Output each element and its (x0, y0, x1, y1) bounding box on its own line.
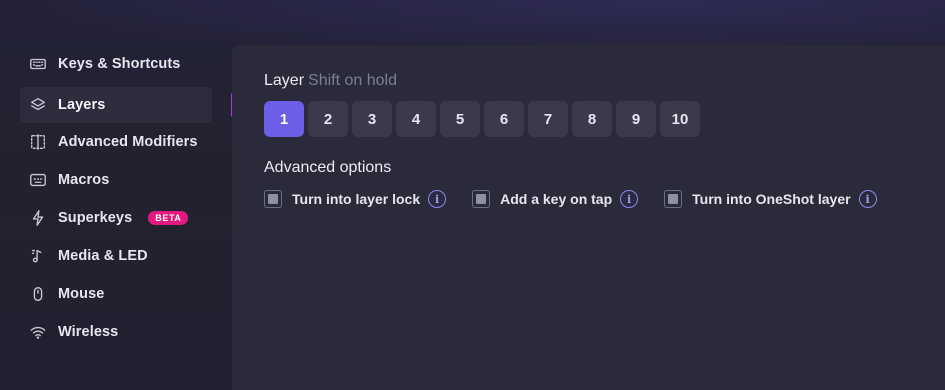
beta-badge: BETA (148, 211, 189, 225)
sidebar-item-advanced-modifiers[interactable]: Advanced Modifiers (20, 124, 212, 160)
oneshot-layer-checkbox[interactable] (664, 190, 683, 208)
sidebar-item-label: Superkeys (58, 210, 133, 226)
advanced-options: Turn into layer lock i Add a key on tap … (264, 190, 903, 208)
sidebar-item-media-led[interactable]: Media & LED (20, 238, 212, 274)
layer-button-7[interactable]: 7 (528, 101, 568, 137)
option-label: Turn into layer lock (292, 191, 421, 207)
layer-button-9[interactable]: 9 (616, 101, 656, 137)
mouse-icon (28, 284, 48, 304)
macros-icon (28, 170, 48, 190)
sidebar-item-label: Keys & Shortcuts (58, 56, 181, 72)
layer-selector: 1 2 3 4 5 6 7 8 9 10 (264, 101, 700, 137)
option-label: Add a key on tap (500, 191, 613, 207)
layer-button-3[interactable]: 3 (352, 101, 392, 137)
sidebar-item-macros[interactable]: Macros (20, 162, 212, 198)
checkbox-indeterminate-mark (476, 194, 487, 204)
layer-button-5[interactable]: 5 (440, 101, 480, 137)
sidebar-item-wireless[interactable]: Wireless (20, 314, 212, 350)
info-icon[interactable]: i (428, 190, 447, 208)
option-oneshot-layer[interactable]: Turn into OneShot layer i (664, 190, 877, 208)
layer-lock-checkbox[interactable] (264, 190, 282, 208)
option-label: Turn into OneShot layer (692, 191, 851, 207)
option-layer-lock[interactable]: Turn into layer lock i (264, 190, 447, 208)
sidebar-item-label: Mouse (58, 286, 105, 302)
option-key-on-tap[interactable]: Add a key on tap i (472, 190, 639, 208)
layer-button-6[interactable]: 6 (484, 101, 524, 137)
wifi-icon (28, 322, 48, 342)
sidebar-item-label: Wireless (58, 324, 119, 340)
sidebar-item-mouse[interactable]: Mouse (20, 276, 212, 312)
advanced-options-title: Advanced options (264, 159, 392, 176)
layers-panel: Layer Shift on hold 1 2 3 4 5 6 7 8 9 10 … (232, 45, 945, 390)
info-icon[interactable]: i (858, 190, 877, 208)
info-icon[interactable]: i (620, 190, 639, 208)
layer-title: Layer (264, 72, 305, 89)
layer-button-8[interactable]: 8 (572, 101, 612, 137)
sidebar-item-label: Advanced Modifiers (58, 134, 198, 150)
checkbox-indeterminate-mark (268, 194, 278, 204)
layer-button-10[interactable]: 10 (660, 101, 700, 137)
lightning-icon (28, 208, 48, 228)
layer-subtitle: Shift on hold (308, 72, 397, 89)
advanced-modifiers-icon (28, 132, 48, 152)
keyboard-icon (28, 54, 48, 74)
sidebar-item-keys-shortcuts[interactable]: Keys & Shortcuts (20, 46, 212, 82)
sidebar-item-layers[interactable]: Layers (20, 87, 212, 123)
layers-icon (28, 95, 48, 115)
layer-button-2[interactable]: 2 (308, 101, 348, 137)
sidebar-item-label: Macros (58, 172, 110, 188)
layer-button-1[interactable]: 1 (264, 101, 304, 137)
layer-button-4[interactable]: 4 (396, 101, 436, 137)
sidebar-item-superkeys[interactable]: Superkeys BETA (20, 200, 212, 236)
media-note-icon (28, 246, 48, 266)
layer-heading: Layer Shift on hold (264, 72, 397, 90)
sidebar-item-label: Layers (58, 97, 106, 113)
sidebar-item-label: Media & LED (58, 248, 148, 264)
key-on-tap-checkbox[interactable] (472, 190, 491, 208)
checkbox-indeterminate-mark (668, 194, 679, 204)
sidebar: Keys & Shortcuts Layers Advanced Modifie… (0, 0, 232, 390)
